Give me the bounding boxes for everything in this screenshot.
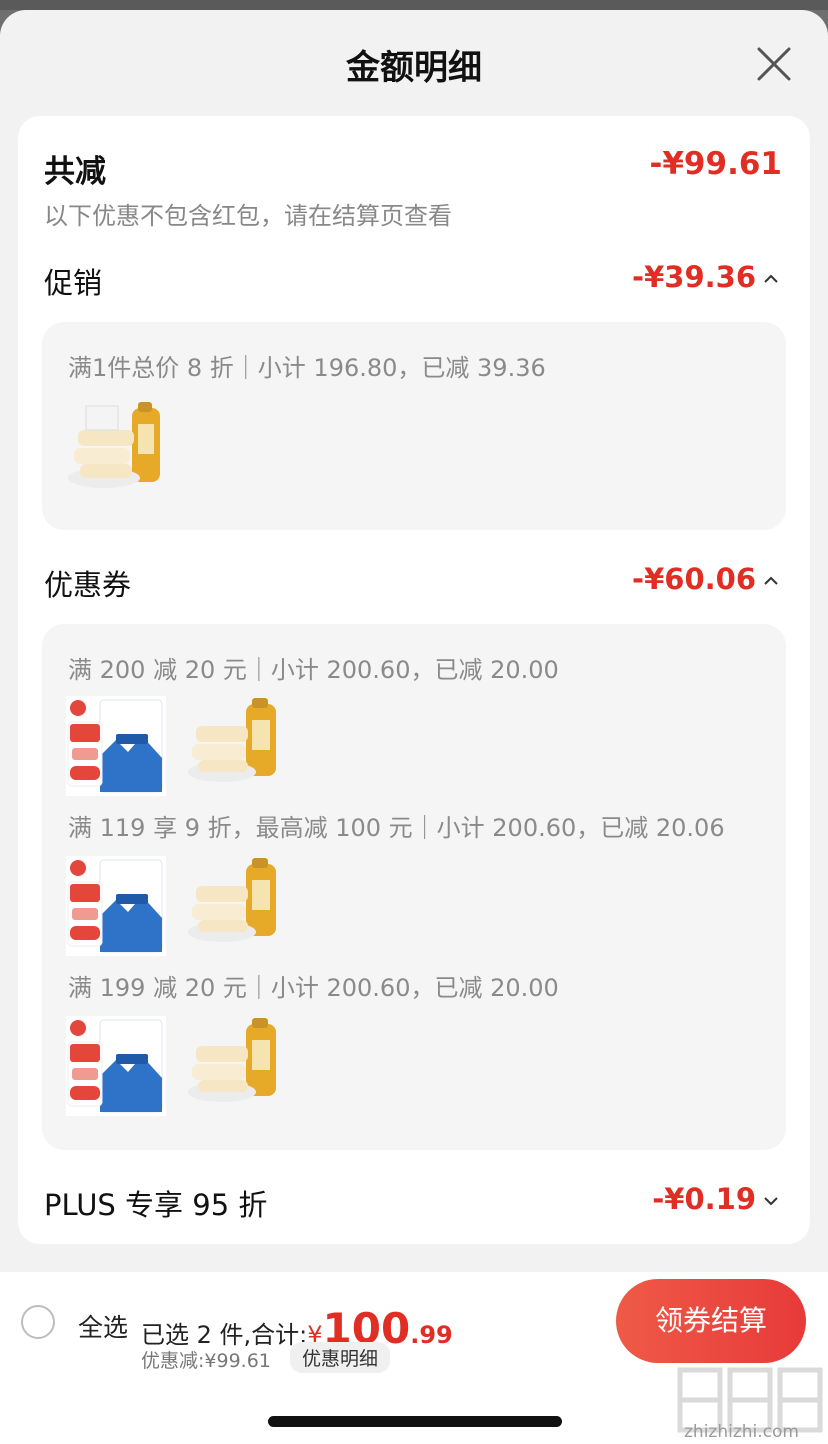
salt-package-icon (66, 696, 166, 796)
promotion-amount-wrap: -¥39.36 (632, 260, 782, 294)
status-bar-strip (0, 0, 828, 10)
bread-oil-icon (188, 858, 276, 942)
plus-amount-wrap: -¥0.19 (652, 1182, 782, 1216)
plus-amount: -¥0.19 (652, 1182, 756, 1216)
total-discount-amount: -¥99.61 (649, 146, 783, 182)
coupon-label: 优惠券 (44, 568, 132, 602)
product-thumb-salt[interactable] (66, 696, 166, 796)
discount-summary: 优惠减:¥99.61 (141, 1350, 271, 1372)
checkout-button[interactable]: 领券结算 (616, 1279, 806, 1363)
total-decimal: .99 (410, 1321, 453, 1349)
bread-oil-icon (188, 698, 276, 782)
coupon-amount-wrap: -¥60.06 (632, 562, 782, 596)
promotion-amount: -¥39.36 (632, 260, 756, 294)
salt-package-icon (66, 1016, 166, 1116)
chevron-down-icon[interactable] (760, 1190, 782, 1212)
watermark-url: zhizhizhi.com (684, 1422, 799, 1442)
select-all-radio[interactable] (21, 1305, 55, 1339)
checkout-bar: 全选 已选 2 件,合计:¥100.99 优惠减:¥99.61 优惠明细 领券结… (0, 1272, 828, 1444)
total-discount-label: 共减 (44, 154, 106, 190)
discount-card: 共减 -¥99.61 以下优惠不包含红包，请在结算页查看 促销 -¥39.36 … (18, 116, 810, 1244)
promotion-row[interactable]: 促销 -¥39.36 (44, 260, 782, 300)
product-thumb-bread-oil[interactable] (66, 400, 166, 500)
bread-oil-icon (188, 1018, 276, 1102)
sheet-title: 金额明细 (346, 48, 482, 88)
select-all-label[interactable]: 全选 (78, 1308, 128, 1344)
coupon-rule-3: 满 199 减 20 元｜小计 200.60，已减 20.00 (68, 974, 559, 1002)
salt-package-icon (66, 856, 166, 956)
promotion-rule: 满1件总价 8 折｜小计 196.80，已减 39.36 (68, 354, 546, 382)
close-icon[interactable] (756, 46, 792, 82)
red-packet-note: 以下优惠不包含红包，请在结算页查看 (44, 202, 452, 230)
plus-discount-row[interactable]: PLUS 专享 95 折 -¥0.19 (44, 1182, 782, 1222)
coupon-row[interactable]: 优惠券 -¥60.06 (44, 562, 782, 602)
product-thumb-bread-oil[interactable] (186, 696, 286, 796)
chevron-up-icon[interactable] (760, 268, 782, 290)
product-thumb-salt[interactable] (66, 856, 166, 956)
product-thumb-bread-oil[interactable] (186, 1016, 286, 1116)
coupon-rule-1: 满 200 减 20 元｜小计 200.60，已减 20.00 (68, 656, 559, 684)
total-discount-row: 共减 -¥99.61 (44, 146, 783, 190)
plus-label: PLUS 专享 95 折 (44, 1188, 268, 1222)
coupon-box: 满 200 减 20 元｜小计 200.60，已减 20.00 满 119 享 … (42, 624, 786, 1150)
selected-count-text: 已选 2 件,合计: (141, 1321, 308, 1349)
product-thumb-salt[interactable] (66, 1016, 166, 1116)
promotion-label: 促销 (44, 266, 103, 300)
amount-detail-sheet: 金额明细 共减 -¥99.61 以下优惠不包含红包，请在结算页查看 促销 -¥3… (0, 10, 828, 1272)
discount-detail-button[interactable]: 优惠明细 (290, 1342, 391, 1373)
promotion-box: 满1件总价 8 折｜小计 196.80，已减 39.36 (42, 322, 786, 530)
coupon-amount: -¥60.06 (632, 562, 756, 596)
product-thumb-bread-oil[interactable] (186, 856, 286, 956)
home-indicator (268, 1416, 562, 1427)
chevron-up-icon[interactable] (760, 570, 782, 592)
coupon-rule-2: 满 119 享 9 折，最高减 100 元｜小计 200.60，已减 20.06 (68, 814, 725, 842)
